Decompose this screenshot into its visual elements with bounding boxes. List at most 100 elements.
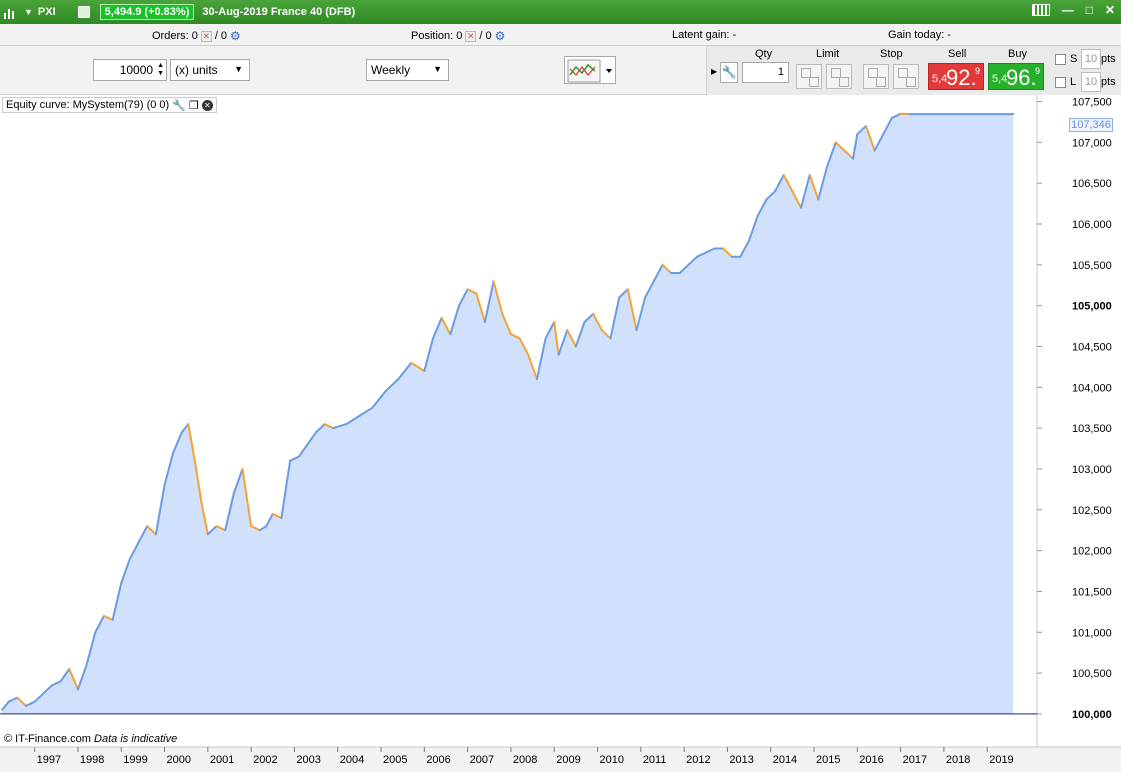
x-tick-label: 2010 [600,754,624,766]
maximize-button[interactable]: □ [1086,4,1093,16]
chevron-down-icon: ▼ [234,64,243,74]
x-tick-label: 2002 [253,754,277,766]
x-tick-label: 2000 [167,754,191,766]
stop-pts-label: pts [1101,53,1116,65]
wrench-button[interactable]: 🔧 [720,62,738,83]
x-tick-label: 2011 [643,754,667,766]
gear-icon[interactable]: ⚙ [495,29,506,43]
quantity-value: 10000 [119,63,154,77]
buy-price-prefix: 5,4 [992,73,1008,85]
x-tick-label: 2007 [470,754,494,766]
x-tick-label: 2019 [989,754,1013,766]
x-tick-label: 1997 [37,754,61,766]
equity-curve-chart[interactable]: 100,000 100,500 101,000 101,500 102,000 102,5… [0,95,1121,772]
info-bar: Orders: 0 ✕ / 0 ⚙ Position: 0 ✕ / 0 ⚙ La… [0,24,1121,46]
title-bar: ▼ PXI 5,494.9 (+0.83%) 30-Aug-2019 Franc… [0,0,1121,24]
stop-s-label: S [1070,53,1078,65]
legend-text: Equity curve: MySystem(79) (0 0) [6,99,170,111]
position-label: Position: [411,30,454,42]
cancel-orders-icon[interactable]: ✕ [200,30,212,42]
quantity-stepper[interactable]: 10000 ▲ ▼ [93,59,167,81]
x-tick-label: 2018 [946,754,970,766]
wrench-icon[interactable]: 🔧 [172,99,186,112]
y-tick-label: 102,500 [1072,505,1112,517]
limit-l-label: L [1070,76,1077,88]
close-button[interactable]: ✕ [1105,4,1115,16]
sell-price-sup: 9 [974,66,980,76]
sell-price-main: 92. [946,65,977,90]
y-tick-label: 100,500 [1072,668,1112,680]
keyboard-icon[interactable] [1031,4,1050,16]
y-tick-label: 101,500 [1072,586,1112,598]
close-icon[interactable]: ✕ [201,99,213,111]
y-tick-label: 103,000 [1072,464,1112,476]
position-count: 0 [456,30,463,42]
qty-label: Qty [755,48,773,60]
sell-price-prefix: 5,4 [932,73,948,85]
last-value-label: 107,346 [1069,118,1113,132]
sell-button[interactable]: 5,4 92. 9 [928,63,984,90]
x-tick-label: 2017 [903,754,927,766]
y-tick-label: 104,500 [1072,341,1112,353]
x-tick-label: 2008 [513,754,537,766]
x-tick-label: 2003 [296,754,320,766]
gear-icon[interactable]: ⚙ [230,29,241,43]
orders-group: Orders: 0 ✕ / 0 ⚙ [152,29,241,43]
stepper-arrows-icon[interactable]: ▲ ▼ [157,62,164,78]
candlestick-icon [4,5,18,19]
x-tick-label: 2015 [816,754,840,766]
orders-label: Orders: [152,30,189,42]
sell-limit-button[interactable] [826,64,852,89]
latent-gain-label: Latent gain: [672,29,730,41]
latent-gain-group: Latent gain: - [672,29,736,41]
units-select[interactable]: (x) units ▼ [170,59,250,81]
sell-stop-button[interactable] [893,64,919,89]
x-tick-label: 1998 [80,754,104,766]
buy-limit-button[interactable] [796,64,822,89]
minimize-button[interactable]: — [1062,4,1074,16]
limit-label: Limit [816,48,840,60]
stop-pts-input[interactable]: 10 [1081,49,1101,69]
timeframe-value: Weekly [371,63,411,77]
limit-checkbox[interactable] [1055,77,1066,88]
dropdown-arrow-icon[interactable]: ▼ [24,7,33,17]
gain-today-label: Gain today: [888,29,945,41]
x-tick-label: 1999 [123,754,147,766]
copyright-source: © IT-Finance.com [4,733,91,745]
y-tick-label: 106,500 [1072,178,1112,190]
indicator-tool-button[interactable] [564,56,616,84]
stop-checkbox[interactable] [1055,54,1066,65]
buy-button[interactable]: 5,4 96. 9 [988,63,1044,90]
wrench-icon: 🔧 [721,65,737,79]
qty-input[interactable]: 1 [742,62,789,83]
x-tick-label: 2009 [556,754,580,766]
gain-today-value: - [947,29,951,41]
position-group: Position: 0 ✕ / 0 ⚙ [411,29,505,43]
y-tick-label: 107,500 [1072,97,1112,109]
chevron-down-icon: ▼ [433,64,442,74]
data-note: Data is indicative [94,733,178,745]
units-value: (x) units [175,63,218,77]
y-tick-label: 102,000 [1072,546,1112,558]
x-tick-label: 2014 [773,754,797,766]
indicator-chart-icon [567,59,612,83]
calculator-icon[interactable] [77,6,90,18]
timeframe-select[interactable]: Weekly ▼ [366,59,449,81]
buy-price-sup: 9 [1034,66,1040,76]
instrument-symbol[interactable]: PXI [38,6,56,18]
y-tick-label: 107,000 [1072,137,1112,149]
orders-count-2: / 0 [214,30,228,42]
x-tick-label: 2001 [210,754,234,766]
buy-price-main: 96. [1006,65,1037,90]
window-icon[interactable]: ❐ [189,99,199,112]
expand-arrow-icon[interactable]: ▶ [711,67,717,76]
limit-pts-input[interactable]: 10 [1081,72,1101,92]
buy-stop-button[interactable] [863,64,889,89]
close-position-icon[interactable]: ✕ [465,30,477,42]
gain-today-group: Gain today: - [888,29,951,41]
latent-gain-value: - [732,29,737,41]
y-tick-label: 103,500 [1072,423,1112,435]
chart-area[interactable]: 100,000 100,500 101,000 101,500 102,000 102,5… [0,95,1121,772]
price-change-badge: 5,494.9 (+0.83%) [99,4,195,20]
y-tick-label: 105,500 [1072,260,1112,272]
